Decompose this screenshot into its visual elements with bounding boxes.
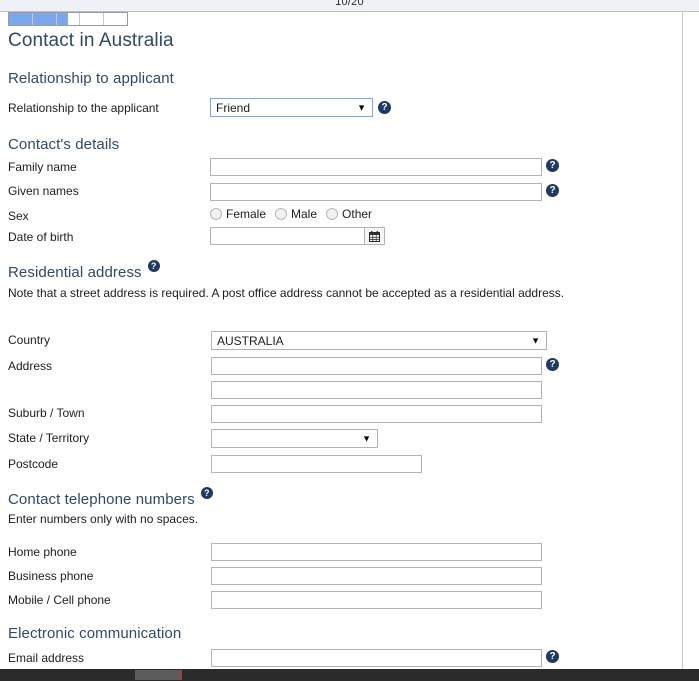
radio-circle-icon[interactable] [326, 208, 339, 220]
sex-radio-male[interactable]: Male [275, 207, 317, 221]
help-icon-email-address[interactable]: ? [546, 650, 559, 663]
address-line1-input[interactable] [211, 357, 542, 375]
given-names-input[interactable] [210, 183, 542, 201]
sex-radio-female[interactable]: Female [210, 207, 266, 221]
calendar-icon [369, 230, 380, 242]
bottom-scrollbar[interactable] [0, 669, 699, 681]
label-address: Address [8, 359, 53, 373]
radio-circle-icon[interactable] [275, 208, 288, 220]
label-email-address: Email address [8, 651, 85, 665]
section-heading-relationship: Relationship to applicant [8, 70, 174, 87]
form-page: Contact in Australia Relationship to app… [0, 12, 683, 669]
sex-radio-label: Female [226, 207, 267, 221]
progress-bar [8, 12, 128, 26]
label-sex: Sex [8, 209, 29, 223]
scrollbar-marker [179, 670, 182, 680]
progress-segment [9, 13, 33, 25]
progress-bar-segments [9, 13, 127, 25]
app-chrome-strip: 10/20 [0, 0, 699, 12]
label-mobile-phone: Mobile / Cell phone [8, 593, 111, 607]
page-title: Contact in Australia [8, 30, 174, 51]
sex-radio-other[interactable]: Other [326, 207, 372, 221]
help-icon-family-name[interactable]: ? [546, 159, 559, 172]
country-select-value: AUSTRALIA [217, 333, 284, 348]
section-heading-contact-details: Contact's details [8, 136, 120, 153]
help-icon-residential-address[interactable]: ? [147, 260, 160, 272]
chevron-down-icon: ▼ [362, 433, 371, 443]
note-residential-address: Note that a street address is required. … [8, 286, 565, 300]
help-icon-relationship[interactable]: ? [378, 101, 391, 114]
suburb-town-input[interactable] [211, 405, 542, 423]
radio-circle-icon[interactable] [210, 208, 222, 220]
chevron-down-icon: ▼ [531, 335, 540, 345]
label-suburb-town: Suburb / Town [8, 406, 85, 420]
progress-segment [33, 13, 57, 25]
label-given-names: Given names [8, 184, 79, 198]
label-relationship-to-applicant: Relationship to the applicant [8, 101, 159, 115]
business-phone-input[interactable] [211, 567, 542, 585]
label-business-phone: Business phone [8, 569, 94, 583]
date-of-birth-field[interactable] [210, 227, 385, 245]
section-heading-residential-address: Residential address? [8, 260, 160, 281]
country-select[interactable]: AUSTRALIA ▼ [211, 331, 547, 350]
mobile-phone-input[interactable] [211, 591, 542, 609]
family-name-input[interactable] [210, 158, 542, 176]
section-heading-electronic-communication: Electronic communication [8, 625, 182, 642]
sex-radio-label: Other [342, 207, 373, 221]
progress-segment [104, 13, 127, 25]
address-line2-input[interactable] [211, 381, 542, 399]
progress-segment [80, 13, 105, 25]
help-icon-address[interactable]: ? [546, 358, 559, 371]
date-of-birth-input[interactable] [210, 227, 365, 245]
section-heading-telephone: Contact telephone numbers? [8, 487, 213, 508]
email-address-input[interactable] [211, 649, 542, 667]
note-telephone: Enter numbers only with no spaces. [8, 512, 199, 526]
state-territory-select[interactable]: ▼ [211, 429, 378, 448]
label-home-phone: Home phone [8, 545, 77, 559]
progress-segment [57, 13, 81, 25]
relationship-select[interactable]: Friend ▼ [210, 98, 373, 117]
postcode-input[interactable] [211, 455, 422, 473]
label-family-name: Family name [8, 160, 77, 174]
sex-radio-group[interactable]: Female Male Other [210, 207, 381, 221]
label-country: Country [8, 333, 51, 347]
label-state-territory: State / Territory [8, 431, 90, 445]
chevron-down-icon: ▼ [357, 102, 366, 112]
section-heading-residential-address-text: Residential address [8, 264, 142, 281]
page-counter: 10/20 [335, 0, 364, 8]
help-icon-given-names[interactable]: ? [546, 184, 559, 197]
scrollbar-thumb[interactable] [135, 670, 179, 680]
sex-radio-label: Male [291, 207, 318, 221]
section-heading-telephone-text: Contact telephone numbers [8, 491, 195, 508]
relationship-select-value: Friend [216, 100, 251, 115]
label-date-of-birth: Date of birth [8, 230, 74, 244]
calendar-picker-button[interactable] [365, 227, 385, 245]
home-phone-input[interactable] [211, 543, 542, 561]
label-postcode: Postcode [8, 457, 59, 471]
help-icon-telephone[interactable]: ? [200, 487, 213, 499]
